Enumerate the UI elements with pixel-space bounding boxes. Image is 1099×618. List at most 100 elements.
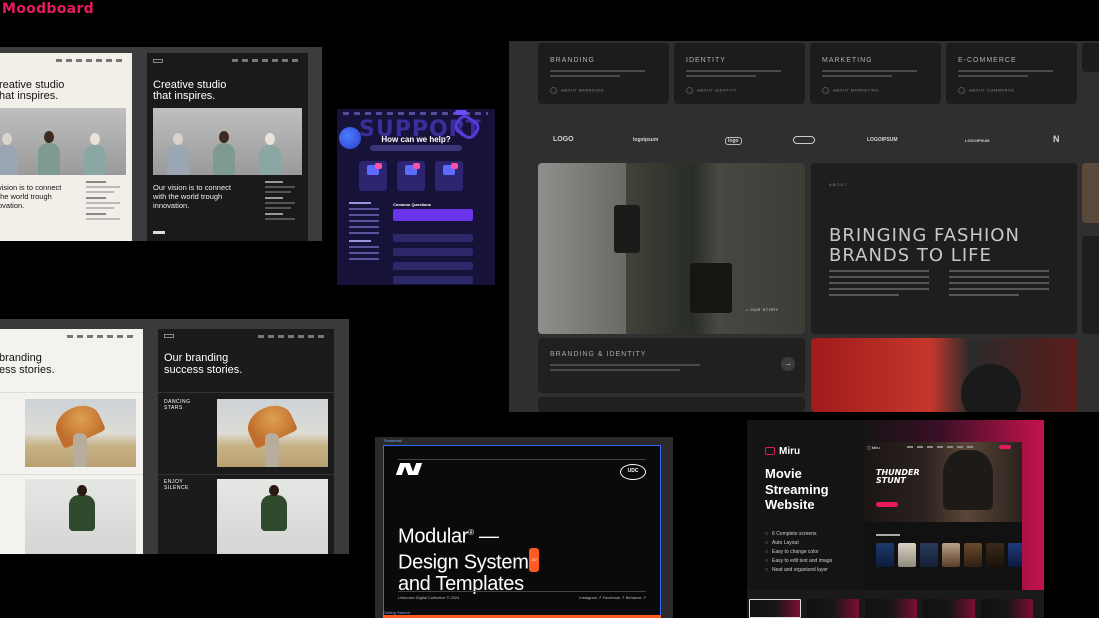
faq-item[interactable] — [393, 248, 473, 256]
movie-poster[interactable] — [986, 543, 1004, 567]
branding-light-mockup[interactable]: branding ess stories. — [0, 329, 143, 554]
partner-logo: N — [1053, 134, 1060, 144]
service-link[interactable]: ABOUT COMMERCE — [958, 87, 1065, 94]
branding-heading-light-2: ess stories. — [0, 364, 55, 376]
umbrella-photo — [25, 399, 136, 467]
studio-vision-dark: Our vision is to connect with the world … — [153, 183, 231, 210]
vision-line: the world trough — [0, 192, 52, 201]
nav-links — [67, 335, 137, 338]
our-story-link[interactable]: ○ OUR STORY — [746, 307, 779, 312]
studio-cta-button[interactable] — [153, 231, 165, 234]
service-link[interactable]: ABOUT BRANDING — [550, 87, 657, 94]
miru-title-line: Website — [765, 497, 815, 512]
common-questions-heading: Common Questions — [393, 202, 432, 207]
fashion-agency-frame[interactable]: BRANDING ABOUT BRANDING IDENTITY ABOUT I… — [509, 41, 1099, 412]
creative-studio-dark-mockup[interactable]: Creative studio that inspires. Our visio… — [147, 53, 308, 241]
screen-thumbnail[interactable] — [865, 599, 917, 618]
about-paragraph-1 — [829, 270, 929, 300]
movie-poster[interactable] — [964, 543, 982, 567]
movie-poster[interactable] — [898, 543, 916, 567]
movie-poster[interactable] — [876, 543, 894, 567]
miru-title-line: Movie — [765, 466, 802, 481]
green-jacket-photo — [25, 479, 136, 554]
support-frame[interactable]: SUPPORT How can we help? Common Question… — [337, 109, 495, 285]
movie-poster[interactable] — [920, 543, 938, 567]
hero-title-line: STUNT — [876, 476, 906, 485]
arrow-right-icon[interactable]: → — [781, 357, 795, 371]
screen-thumbnail[interactable] — [807, 599, 859, 618]
movie-poster[interactable] — [942, 543, 960, 567]
team-person — [213, 131, 235, 175]
vision-line: innovation. — [153, 201, 190, 210]
preview-signin-button[interactable] — [999, 445, 1011, 449]
studio-features-light — [86, 181, 120, 223]
arrow-icon — [958, 87, 965, 94]
tv-icon — [765, 447, 775, 456]
modular-heading-line: Modular® — — [398, 525, 499, 548]
about-paragraph-2 — [949, 270, 1049, 300]
watch-now-button[interactable] — [876, 502, 898, 507]
arrow-icon — [686, 87, 693, 94]
partner-logo: LOGO — [553, 136, 574, 143]
faq-item[interactable] — [393, 262, 473, 270]
service-card-marketing[interactable]: MARKETING ABOUT MARKETING — [810, 43, 941, 104]
person — [265, 433, 279, 467]
support-topic-navigation[interactable] — [349, 202, 379, 264]
partner-logo-icon — [793, 136, 815, 144]
side-photo-partial — [1082, 163, 1099, 223]
service-link[interactable]: ABOUT MARKETING — [822, 87, 929, 94]
faq-item[interactable] — [393, 234, 473, 242]
divider — [158, 474, 334, 475]
service-card-branding[interactable]: BRANDING ABOUT BRANDING — [538, 43, 669, 104]
screen-thumbnail[interactable] — [749, 599, 801, 618]
about-label: ABOUT — [829, 182, 848, 187]
modular-thumbnail-card[interactable]: UDC Modular® — Design System 2.0 and Temp… — [383, 445, 661, 618]
creative-studio-frame[interactable]: reative studio hat inspires. vision is t… — [0, 47, 322, 241]
fashion-red-photo — [811, 338, 1077, 412]
logo-icon — [164, 334, 174, 338]
fashion-about-panel: ABOUT BRINGING FASHION BRANDS TO LIFE — [811, 163, 1077, 334]
miru-streaming-frame[interactable]: Miru Movie Streaming Website 6 Complete … — [747, 420, 1044, 618]
branding-heading-dark-2: success stories. — [164, 364, 243, 376]
udc-seal: UDC — [620, 464, 646, 480]
miru-screens-strip[interactable] — [747, 597, 1044, 618]
section-title — [876, 534, 900, 536]
support-category-card[interactable] — [397, 161, 425, 191]
partner-logo: LOGOIPSUM — [867, 137, 898, 143]
screen-thumbnail[interactable] — [981, 599, 1033, 618]
moodboard-title: Moodboard — [2, 1, 94, 17]
service-link[interactable]: ABOUT IDENTITY — [686, 87, 793, 94]
fashion-heading: BRINGING FASHION BRANDS TO LIFE — [829, 226, 1020, 266]
nav-links — [56, 59, 126, 62]
person — [69, 485, 95, 531]
feature-item: 6 Complete screens — [765, 531, 817, 537]
green-jacket-photo-dark — [217, 479, 328, 554]
movie-poster[interactable] — [1008, 543, 1022, 567]
miru-website-preview[interactable]: ▢ Miru THUNDER STUNT — [863, 442, 1022, 590]
project-title-1[interactable]: DANCING STARS — [164, 399, 191, 411]
service-card-identity[interactable]: IDENTITY ABOUT IDENTITY — [674, 43, 805, 104]
divider — [158, 392, 334, 393]
branding-identity-card[interactable]: BRANDING & IDENTITY → — [538, 338, 805, 393]
screen-thumbnail[interactable] — [923, 599, 975, 618]
project-title-2[interactable]: ENJOY SILENCE — [164, 479, 189, 491]
faq-item[interactable] — [393, 276, 473, 284]
feature-item: Auto Layout — [765, 540, 799, 546]
team-person — [0, 133, 18, 175]
modular-thumbnail-frame[interactable]: Thumbnail UDC Modular® — Design System 2.… — [375, 437, 673, 618]
modular-footer-links[interactable]: Instagram ↗ Facebook ↗ Behance ↗ — [579, 595, 646, 600]
arrow-icon — [822, 87, 829, 94]
faq-item-active[interactable] — [393, 209, 473, 221]
support-category-card[interactable] — [435, 161, 463, 191]
modular-heading: Modular® — Design System 2.0 and Template… — [398, 522, 540, 596]
branding-dark-mockup[interactable]: Our branding success stories. DANCING ST… — [158, 329, 334, 554]
support-category-card[interactable] — [359, 161, 387, 191]
branding-portfolio-frame[interactable]: branding ess stories. Our branding succe… — [0, 319, 349, 554]
creative-studio-light-mockup[interactable]: reative studio hat inspires. vision is t… — [0, 53, 132, 241]
modular-heading-line: and Templates — [398, 573, 524, 596]
handbag — [614, 205, 640, 253]
divider — [0, 392, 143, 393]
service-card-ecommerce[interactable]: E-COMMERCE ABOUT COMMERCE — [946, 43, 1077, 104]
vision-line: with the world trough — [153, 192, 223, 201]
support-search-input[interactable] — [370, 145, 462, 151]
